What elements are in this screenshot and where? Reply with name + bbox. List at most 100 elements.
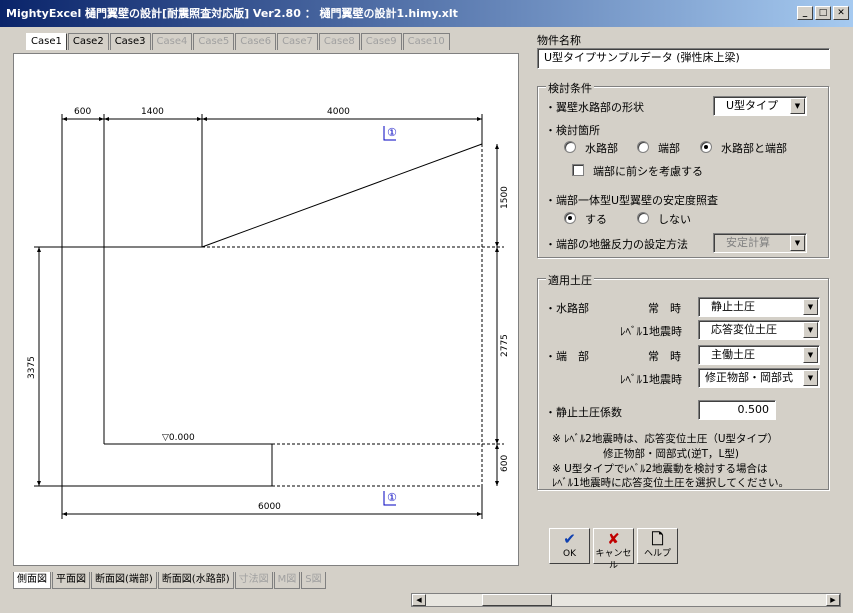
radio-channel-label: 水路部 bbox=[585, 142, 618, 155]
wall-top-slope bbox=[201, 143, 483, 248]
dim-1400: 1400 bbox=[141, 107, 164, 117]
drawing-canvas[interactable]: 600 1400 4000 ▽0.000 6000 1500 2775 600 … bbox=[13, 53, 519, 566]
side-view-drawing: 600 1400 4000 ▽0.000 6000 1500 2775 600 … bbox=[27, 107, 510, 519]
section-mark-bottom: ① bbox=[387, 491, 397, 504]
scroll-thumb[interactable] bbox=[482, 594, 552, 606]
dim-600-top: 600 bbox=[74, 107, 91, 117]
water-normal-select[interactable]: 静止土圧 ▼ bbox=[698, 297, 820, 317]
window-title: MightyExcel 樋門翼壁の設計[耐震照査対応版] Ver2.80 ： 樋… bbox=[6, 7, 458, 20]
water-normal-value: 静止土圧 bbox=[711, 300, 755, 313]
radio-stability-no-label: しない bbox=[658, 213, 691, 226]
property-name-label: 物件名称 bbox=[537, 34, 581, 47]
coef-label: ・静止土圧係数 bbox=[545, 406, 622, 419]
tab-case6[interactable]: Case6 bbox=[235, 33, 277, 50]
cancel-label: キャンセル bbox=[595, 549, 632, 571]
section-mark-top: ① bbox=[387, 126, 397, 139]
chevron-down-icon[interactable]: ▼ bbox=[790, 98, 805, 114]
tab-case4[interactable]: Case4 bbox=[151, 33, 193, 50]
tab-side-view[interactable]: 側面図 bbox=[13, 572, 51, 589]
note-line-4: ﾚﾍﾞﾙ1地震時に応答変位土圧を選択してください。 bbox=[552, 477, 790, 489]
water-level1-label: ﾚﾍﾞﾙ1地震時 bbox=[620, 325, 682, 338]
shape-label: ・翼壁水路部の形状 bbox=[545, 101, 644, 114]
tab-section-channel[interactable]: 断面図(水路部) bbox=[157, 572, 234, 589]
cross-icon: ✘ bbox=[607, 530, 620, 548]
cancel-button[interactable]: ✘ キャンセル bbox=[593, 528, 634, 571]
end-section-label: ・端 部 bbox=[545, 350, 589, 363]
reaction-select[interactable]: 安定計算 ▼ bbox=[713, 233, 807, 253]
earth-pressure-title: 適用土圧 bbox=[546, 272, 594, 288]
note-line-1: ※ ﾚﾍﾞﾙ2地震時は、応答変位土圧（U型タイプ） bbox=[552, 433, 779, 445]
scroll-left-icon[interactable]: ◀ bbox=[412, 594, 426, 606]
chevron-down-icon[interactable]: ▼ bbox=[790, 235, 805, 251]
location-label: ・検討箇所 bbox=[545, 124, 600, 137]
tab-case10[interactable]: Case10 bbox=[402, 33, 450, 50]
conditions-title: 検討条件 bbox=[546, 80, 594, 96]
property-name-input[interactable]: U型タイプサンプルデータ (弾性床上梁) bbox=[537, 48, 830, 69]
stability-label: ・端部一体型U型翼壁の安定度照査 bbox=[545, 194, 719, 207]
dim-1500: 1500 bbox=[500, 186, 510, 209]
shape-select[interactable]: U型タイプ ▼ bbox=[713, 96, 807, 116]
end-normal-label: 常 時 bbox=[648, 350, 681, 363]
chevron-down-icon[interactable]: ▼ bbox=[803, 322, 818, 338]
front-checkbox[interactable] bbox=[572, 164, 584, 176]
shape-select-value: U型タイプ bbox=[726, 99, 779, 112]
tab-section-end[interactable]: 断面図(端部) bbox=[91, 572, 157, 589]
tab-case3[interactable]: Case3 bbox=[109, 33, 151, 50]
help-button[interactable]: 🗋 ヘルプ bbox=[637, 528, 678, 564]
level-label: ▽0.000 bbox=[162, 433, 195, 443]
radio-end[interactable] bbox=[637, 141, 649, 153]
scroll-right-icon[interactable]: ▶ bbox=[826, 594, 840, 606]
dim-6000: 6000 bbox=[258, 502, 281, 512]
front-checkbox-label: 端部に前シを考慮する bbox=[593, 165, 703, 178]
end-normal-value: 主働土圧 bbox=[711, 348, 755, 361]
water-level1-select[interactable]: 応答変位土圧 ▼ bbox=[698, 320, 820, 340]
note-line-2: 修正物部・岡部式(逆T，L型) bbox=[603, 448, 739, 460]
chevron-down-icon[interactable]: ▼ bbox=[803, 347, 818, 363]
dim-4000: 4000 bbox=[327, 107, 350, 117]
minimize-button[interactable]: _ bbox=[797, 6, 813, 20]
tab-case2[interactable]: Case2 bbox=[67, 33, 109, 50]
end-normal-select[interactable]: 主働土圧 ▼ bbox=[698, 345, 820, 365]
tab-case5[interactable]: Case5 bbox=[193, 33, 235, 50]
water-normal-label: 常 時 bbox=[648, 302, 681, 315]
end-level1-value: 修正物部・岡部式 bbox=[705, 371, 793, 384]
end-level1-label: ﾚﾍﾞﾙ1地震時 bbox=[620, 373, 682, 386]
tab-case1[interactable]: Case1 bbox=[26, 33, 67, 50]
radio-stability-no[interactable] bbox=[637, 212, 649, 224]
help-label: ヘルプ bbox=[643, 549, 671, 559]
radio-end-label: 端部 bbox=[658, 142, 680, 155]
dim-600-right: 600 bbox=[500, 455, 510, 472]
tab-case8[interactable]: Case8 bbox=[318, 33, 360, 50]
horizontal-scrollbar[interactable]: ◀ ▶ bbox=[411, 593, 841, 607]
title-bar: MightyExcel 樋門翼壁の設計[耐震照査対応版] Ver2.80 ： 樋… bbox=[0, 0, 853, 27]
reaction-label: ・端部の地盤反力の設定方法 bbox=[545, 238, 688, 251]
reaction-select-value: 安定計算 bbox=[726, 236, 770, 249]
ok-label: OK bbox=[563, 549, 576, 559]
ok-button[interactable]: ✔ OK bbox=[549, 528, 590, 564]
check-icon: ✔ bbox=[563, 530, 576, 548]
close-button[interactable]: ✕ bbox=[833, 6, 849, 20]
tab-s-diagram[interactable]: S図 bbox=[301, 572, 326, 589]
tab-case9[interactable]: Case9 bbox=[360, 33, 402, 50]
tab-dimension[interactable]: 寸法図 bbox=[234, 572, 273, 589]
document-icon: 🗋 bbox=[651, 530, 664, 548]
radio-both[interactable] bbox=[700, 141, 712, 153]
radio-channel[interactable] bbox=[564, 141, 576, 153]
chevron-down-icon[interactable]: ▼ bbox=[803, 299, 818, 315]
end-level1-select[interactable]: 修正物部・岡部式 ▼ bbox=[698, 368, 820, 388]
maximize-button[interactable]: □ bbox=[815, 6, 831, 20]
coef-input[interactable]: 0.500 bbox=[698, 400, 776, 420]
dim-2775: 2775 bbox=[500, 334, 510, 357]
radio-stability-yes[interactable] bbox=[564, 212, 576, 224]
dim-3375: 3375 bbox=[27, 356, 37, 379]
tab-m-diagram[interactable]: M図 bbox=[273, 572, 301, 589]
water-level1-value: 応答変位土圧 bbox=[711, 323, 777, 336]
tab-plan-view[interactable]: 平面図 bbox=[52, 572, 90, 589]
chevron-down-icon[interactable]: ▼ bbox=[803, 370, 818, 386]
radio-stability-yes-label: する bbox=[585, 213, 607, 226]
view-tabs: 側面図 平面図 断面図(端部) 断面図(水路部) 寸法図 M図 S図 bbox=[13, 572, 327, 589]
water-section-label: ・水路部 bbox=[545, 302, 589, 315]
case-tabs: Case1 Case2 Case3 Case4 Case5 Case6 Case… bbox=[26, 33, 451, 50]
note-line-3: ※ U型タイプでﾚﾍﾞﾙ2地震動を検討する場合は bbox=[552, 463, 768, 475]
tab-case7[interactable]: Case7 bbox=[277, 33, 318, 50]
